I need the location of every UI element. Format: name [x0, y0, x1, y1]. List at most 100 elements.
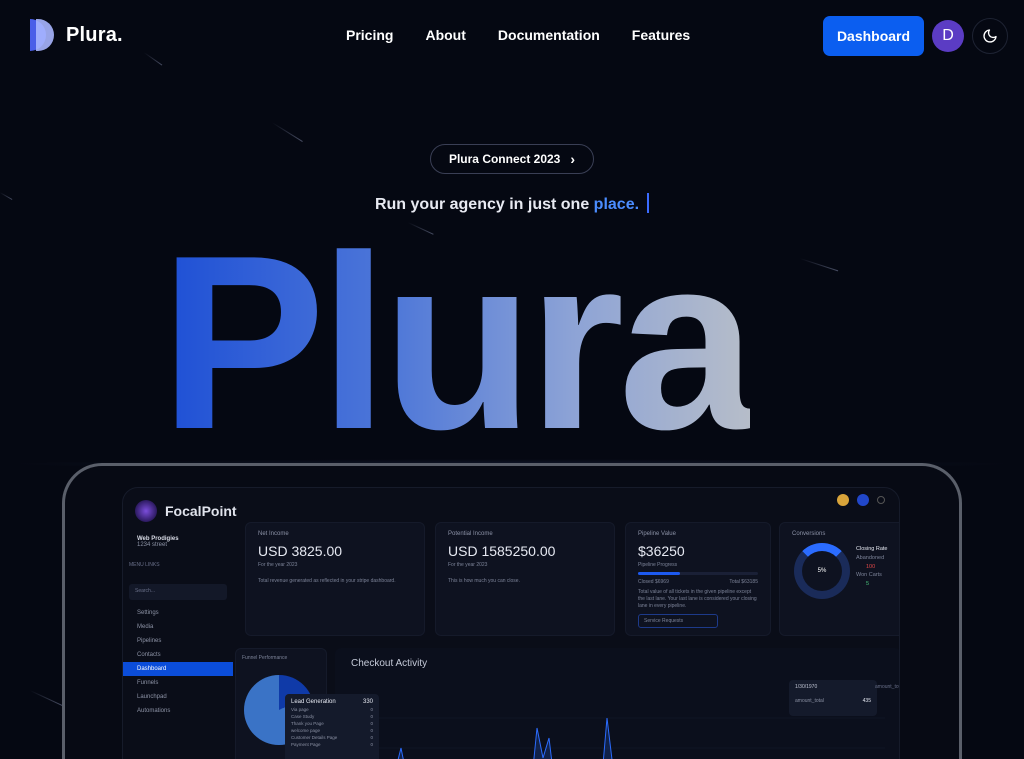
site-header: Plura. Pricing About Documentation Featu…: [0, 0, 1024, 72]
tooltip-row-label: welcome page: [291, 728, 321, 734]
tooltip-title: Lead Generation: [291, 699, 336, 705]
menu-links-label: MENU LINKS: [129, 562, 160, 568]
card-title: Net Income: [258, 531, 289, 537]
tooltip-row-label: Thank you Page: [291, 721, 324, 727]
tooltip-row-label: Payment Page: [291, 742, 321, 748]
background-streak: [271, 122, 303, 143]
account-switcher: Web Prodigies 1234 street: [137, 536, 235, 548]
preview-avatar: [857, 494, 869, 506]
pipeline-value-card: Pipeline Value $36250 Pipeline Progress …: [625, 522, 771, 636]
pipeline-total: Total $63185: [729, 579, 758, 585]
hero-big-word: Plura: [160, 218, 751, 464]
tooltip-date: 1/30/1970: [795, 684, 818, 690]
logo[interactable]: Plura.: [30, 19, 123, 51]
card-value: USD 1585250.00: [448, 543, 556, 559]
account-address: 1234 street: [137, 542, 168, 548]
preview-top-icons: [837, 494, 885, 506]
tooltip-row-value: 0: [370, 721, 373, 727]
tooltip-row: Via page 0: [291, 707, 373, 714]
typing-caret: [647, 193, 650, 213]
menu-item-funnels: Funnels: [137, 680, 159, 686]
checkout-title: Checkout Activity: [351, 658, 428, 669]
pipeline-progress-labels: Closed $6969 Total $63185: [638, 579, 758, 585]
tooltip-row-value: 0: [370, 742, 373, 748]
chevron-right-icon: ›: [570, 151, 576, 167]
checkout-legend: amount_total: [875, 684, 899, 690]
hero-tagline: Run your agency in just one place.: [0, 193, 1024, 214]
card-description: Total value of all tickets in the given …: [638, 589, 757, 609]
tooltip-row: welcome page 0: [291, 728, 373, 735]
preview-search: Search...: [129, 584, 227, 600]
background-streak: [799, 258, 839, 272]
logo-text: Plura.: [66, 23, 123, 46]
moon-icon: [877, 496, 885, 504]
pill-label: Plura Connect 2023: [448, 152, 561, 166]
tooltip-row-label: Customer Details Page: [291, 735, 338, 741]
closing-rate-label: Closing Rate: [856, 546, 888, 552]
tooltip-row-label: Via page: [291, 707, 309, 713]
won-value: 5: [866, 581, 870, 588]
menu-item-pipelines: Pipelines: [137, 638, 162, 644]
tooltip-row: Customer Details Page 0: [291, 735, 373, 742]
card-title: Potential Income: [448, 531, 493, 537]
preview-app-name: FocalPoint: [165, 503, 237, 519]
tooltip-value: 330: [362, 699, 373, 705]
card-description: This is how much you can close.: [448, 578, 520, 584]
card-subtitle: Pipeline Progress: [638, 562, 678, 568]
notification-icon: [837, 494, 849, 506]
checkout-tooltip: 1/30/1970 amount_total 435: [789, 680, 877, 716]
pipeline-closed: Closed $6969: [638, 579, 669, 585]
abandoned-value: 100: [866, 563, 876, 570]
potential-income-card: Potential Income USD 1585250.00 For the …: [435, 522, 615, 636]
preview-sidebar: Web Prodigies 1234 street MENU LINKS Sea…: [123, 528, 235, 718]
menu-item-dashboard: Dashboard: [123, 662, 233, 676]
conversions-legend: Closing Rate Abandoned 100 Won Carts 5: [856, 545, 888, 589]
menu-item-contacts: Contacts: [137, 652, 161, 658]
tooltip-row-value: 0: [370, 714, 373, 720]
user-avatar[interactable]: D: [932, 20, 964, 52]
abandoned-label: Abandoned: [856, 554, 885, 561]
tooltip-amount: 435: [862, 698, 871, 704]
tooltip-row: Payment Page 0: [291, 742, 373, 749]
card-title: Pipeline Value: [638, 531, 676, 537]
tooltip-row: Thank you Page 0: [291, 721, 373, 728]
card-value: $36250: [638, 543, 685, 559]
plura-logo-icon: [30, 19, 56, 51]
tooltip-row-value: 0: [370, 728, 373, 734]
tagline-accent: place.: [593, 196, 640, 213]
tooltip-series: amount_total: [795, 698, 824, 704]
theme-toggle-button[interactable]: [972, 18, 1008, 54]
net-income-card: Net Income USD 3825.00 For the year 2023…: [245, 522, 425, 636]
funnel-tooltip: Lead Generation 330 Via page 0 Case Study 0…: [285, 694, 379, 759]
conversions-card: Conversions 5% Closing Rate Abandoned 10…: [779, 522, 899, 636]
pipeline-select: Service Requests: [638, 614, 718, 628]
card-description: Total revenue generated as reflected in …: [258, 578, 396, 584]
card-value: USD 3825.00: [258, 543, 343, 559]
tooltip-row-value: 0: [370, 735, 373, 741]
menu-item-settings: Settings: [137, 610, 159, 616]
nav-about[interactable]: About: [425, 27, 465, 43]
menu-item-media: Media: [137, 624, 154, 630]
funnel-title: Funnel Performance: [242, 655, 288, 661]
announcement-pill[interactable]: Plura Connect 2023 ›: [430, 144, 594, 174]
tooltip-row-value: 0: [370, 707, 373, 713]
menu-item-launchpad: Launchpad: [137, 694, 167, 700]
card-title: Conversions: [792, 531, 826, 537]
moon-icon: [983, 29, 997, 43]
tooltip-row: Case Study 0: [291, 714, 373, 721]
preview-logo: FocalPoint: [135, 500, 237, 522]
background-streak: [29, 690, 63, 707]
tagline-text: Run your agency in just one: [374, 196, 594, 213]
dashboard-preview: FocalPoint Web Prodigies 1234 street MEN…: [122, 487, 900, 759]
pipeline-progress-bar: [638, 572, 758, 575]
nav-pricing[interactable]: Pricing: [346, 27, 393, 43]
menu-item-automations: Automations: [137, 708, 171, 714]
card-subtitle: For the year 2023: [258, 562, 298, 568]
tooltip-row-label: Case Study: [291, 714, 315, 720]
conversions-center: 5%: [817, 568, 827, 574]
focalpoint-logo-icon: [135, 500, 157, 522]
nav-features[interactable]: Features: [632, 27, 690, 43]
nav-documentation[interactable]: Documentation: [498, 27, 600, 43]
dashboard-button[interactable]: Dashboard: [823, 16, 924, 56]
card-subtitle: For the year 2023: [448, 562, 488, 568]
